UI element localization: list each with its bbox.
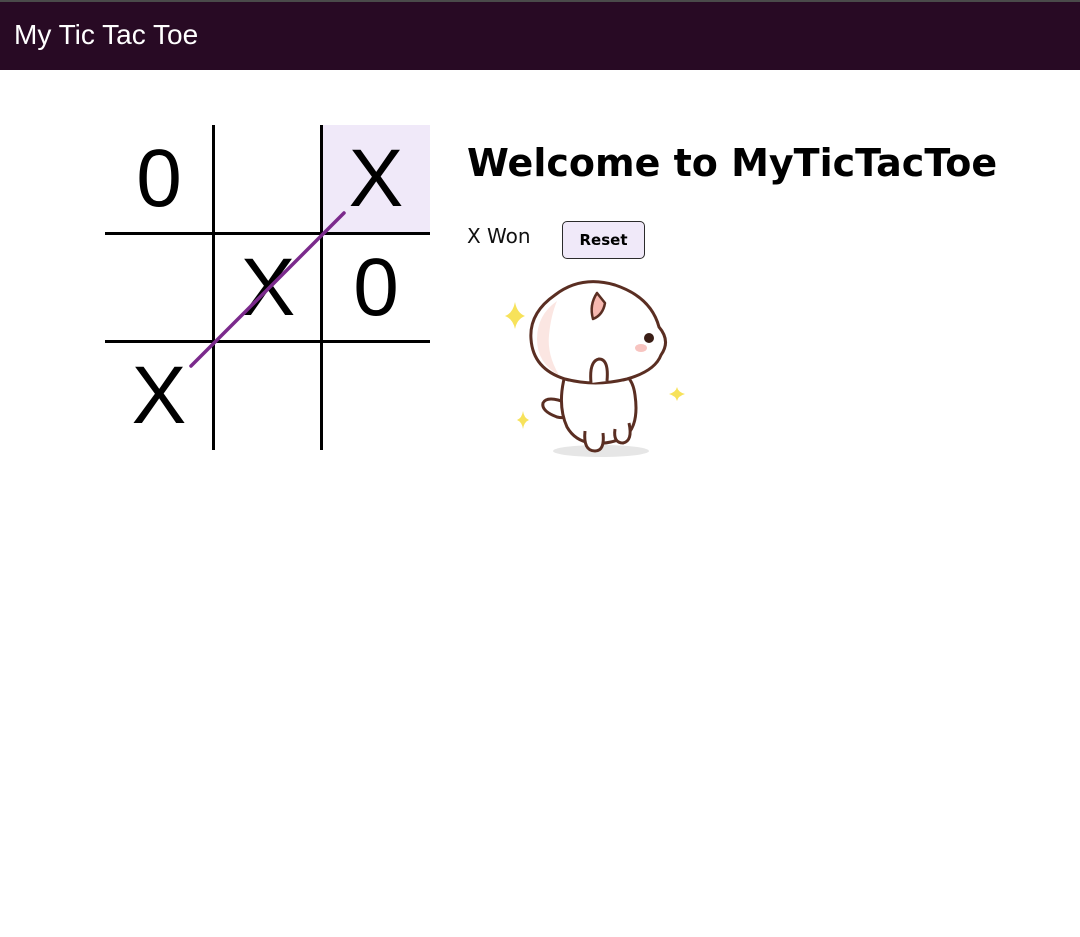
board-cell-5[interactable]: X (214, 234, 322, 342)
reset-button[interactable]: Reset (562, 221, 645, 259)
board-cell-6[interactable]: 0 (322, 234, 430, 342)
game-status-text: X Won (467, 224, 531, 248)
welcome-heading: Welcome to MyTicTacToe (467, 141, 998, 185)
app-title: My Tic Tac Toe (14, 19, 199, 50)
celebrating-cat-icon (505, 280, 685, 457)
board-cell-4[interactable] (105, 234, 213, 342)
tic-tac-toe-board: 0 X X 0 X (105, 125, 430, 450)
board-cell-9[interactable] (322, 342, 430, 450)
grid-line-horizontal-2 (105, 340, 430, 343)
board-cell-1[interactable]: 0 (105, 125, 213, 233)
board-cell-3[interactable]: X (322, 125, 430, 233)
grid-line-horizontal-1 (105, 232, 430, 235)
app-bar: My Tic Tac Toe (0, 0, 1080, 70)
board-cell-7[interactable]: X (105, 342, 213, 450)
board-cell-2[interactable] (214, 125, 322, 233)
grid-line-vertical-2 (320, 125, 323, 450)
board-cell-8[interactable] (214, 342, 322, 450)
grid-line-vertical-1 (212, 125, 215, 450)
